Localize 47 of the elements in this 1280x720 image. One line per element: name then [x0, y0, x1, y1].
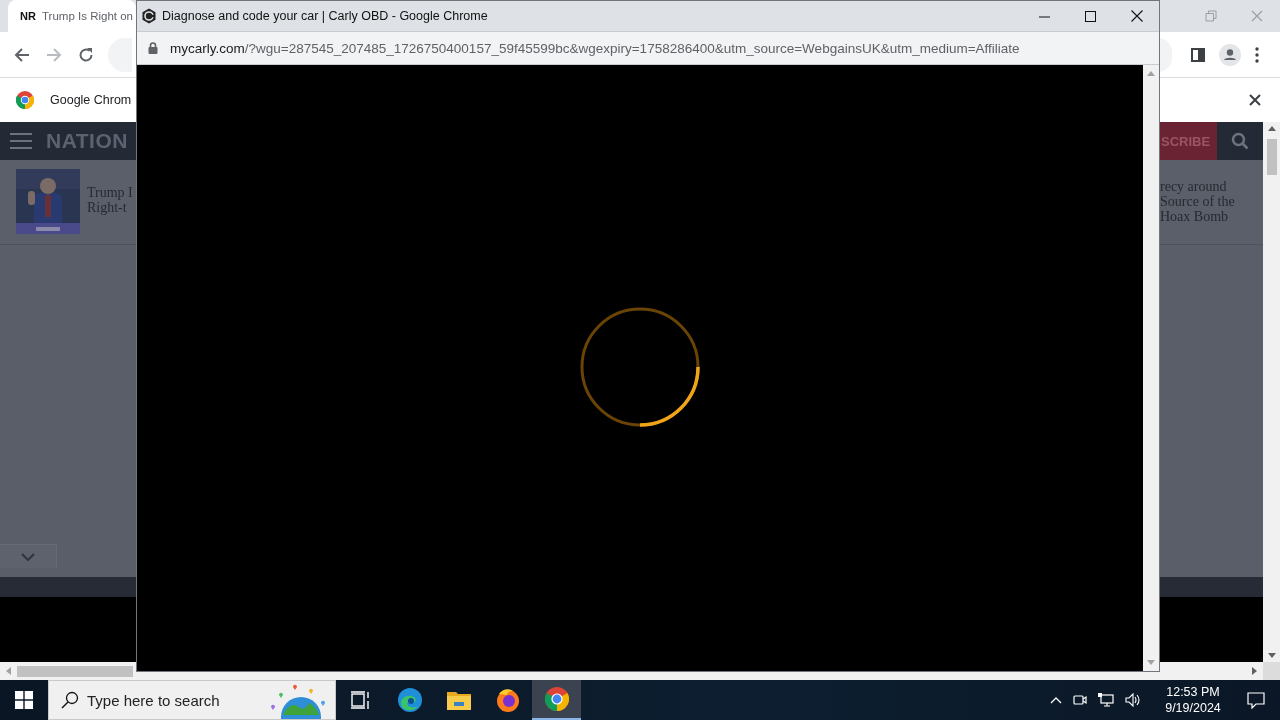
lock-icon — [148, 42, 158, 54]
reload-icon[interactable] — [78, 46, 94, 63]
chevron-down-icon — [21, 552, 35, 561]
clock[interactable]: 12:53 PM 9/19/2024 — [1153, 684, 1233, 716]
site-label: NR — [20, 10, 37, 22]
headline-link[interactable]: Trump I Right-t — [87, 185, 133, 215]
taskbar-app[interactable] — [532, 680, 581, 720]
camera-icon[interactable] — [1073, 693, 1087, 707]
search-field[interactable]: Type here to search — [87, 691, 257, 709]
scroll-thumb[interactable] — [17, 665, 133, 677]
url-text: mycarly.com/?wgu=287545_207485_1726750400157_59f45599bc&wgexpiry=1758286400&utm_source=WebgainsUK&utm_medium=Affiliate — [170, 40, 1020, 56]
infobar-text: Google Chrom — [50, 93, 132, 107]
maximize-icon[interactable] — [1085, 10, 1096, 22]
address-bar[interactable]: mycarly.com/?wgu=287545_207485_1726750400157_59f45599bc&wgexpiry=1758286400&utm_source=WebgainsUK&utm_medium=Affiliate — [137, 31, 1159, 65]
network-icon[interactable] — [1098, 693, 1114, 707]
site-icon — [141, 8, 157, 24]
firefox-icon — [495, 688, 520, 712]
headline-link[interactable]: recy around Source of the Hoax Bomb — [1160, 179, 1263, 224]
search-icon — [1231, 132, 1249, 150]
browser-tab[interactable]: NR Trump Is Right on — [8, 0, 136, 32]
close-icon[interactable] — [1249, 94, 1261, 106]
back-icon[interactable] — [14, 46, 30, 63]
scroll-thumb[interactable] — [1266, 139, 1277, 175]
side-panel-icon[interactable] — [1191, 47, 1205, 62]
time-text: 12:53 PM — [1166, 684, 1220, 700]
scrollbar[interactable] — [1263, 122, 1280, 662]
chrome-icon — [544, 687, 569, 711]
date-text: 9/19/2024 — [1165, 700, 1221, 716]
chrome-icon — [16, 91, 34, 109]
scroll-down-icon[interactable] — [1267, 653, 1276, 658]
volume-icon[interactable] — [1125, 693, 1141, 707]
site-logo[interactable]: NATION — [46, 129, 128, 153]
profile-icon[interactable] — [1219, 43, 1241, 66]
scrollbar-corner — [1263, 662, 1280, 680]
taskbar-search-bar[interactable]: Type here to search — [48, 680, 336, 720]
notification-icon[interactable] — [1247, 691, 1265, 709]
search-icon — [61, 691, 79, 709]
window-title: Diagnose and code your car | Carly OBD - Google Chrome — [162, 9, 488, 23]
scroll-up-icon[interactable] — [1267, 126, 1276, 131]
edge-icon — [397, 688, 422, 712]
task-view-icon — [350, 691, 371, 709]
folder-icon — [446, 690, 471, 710]
close-icon[interactable] — [1131, 10, 1143, 22]
windows-icon — [15, 691, 33, 709]
menu-icon[interactable] — [1255, 46, 1259, 63]
chevron-up-icon[interactable] — [1050, 696, 1062, 704]
scroll-right-icon[interactable] — [1252, 667, 1257, 675]
